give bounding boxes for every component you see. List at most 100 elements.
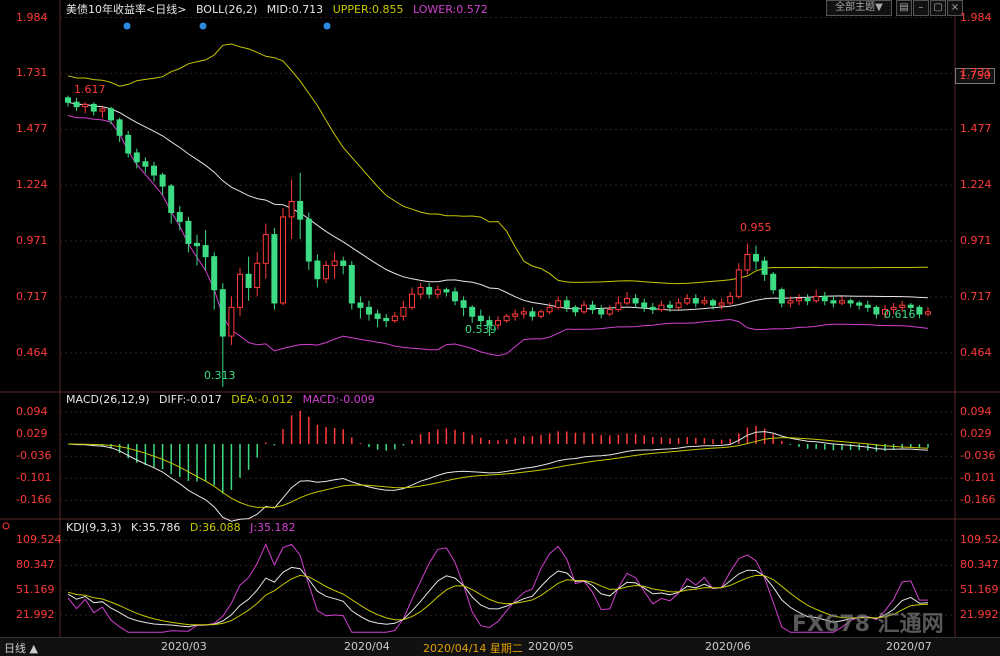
macd-dea-value: DEA:-0.012 xyxy=(231,393,294,406)
candle-body xyxy=(787,300,794,304)
signal-dot xyxy=(199,22,207,30)
kline-chart[interactable] xyxy=(0,0,1000,655)
candle-body xyxy=(796,298,802,302)
candle-body xyxy=(228,306,235,337)
candle-body xyxy=(873,306,880,315)
month-label: 2020/05 xyxy=(528,640,574,653)
candle-body xyxy=(99,108,106,112)
y-tick-label: 0.464 xyxy=(16,345,48,359)
candle-body xyxy=(185,220,192,244)
candle-body xyxy=(297,201,304,220)
last-low-label: 0.616 xyxy=(884,308,916,321)
candle-body xyxy=(73,101,80,108)
y-tick-label: -0.036 xyxy=(16,449,52,463)
candle-body xyxy=(598,309,605,315)
candle-body xyxy=(804,298,811,302)
candle-body xyxy=(718,302,725,306)
y-tick-label: 1.731 xyxy=(16,66,48,80)
candle-body xyxy=(90,103,97,112)
candle-body xyxy=(753,253,759,262)
candle-body xyxy=(194,242,200,247)
y-tick-label: 0.094 xyxy=(960,405,992,419)
candle-body xyxy=(512,313,519,317)
candle-body xyxy=(684,298,691,304)
candle-body xyxy=(770,273,777,291)
candle-body xyxy=(460,300,467,308)
candle-body xyxy=(245,273,252,289)
minimize-icon[interactable]: – xyxy=(913,0,929,16)
candle-body xyxy=(65,97,71,103)
candle-body xyxy=(856,302,863,306)
candle-body xyxy=(452,291,458,302)
y-tick-label: 0.717 xyxy=(960,290,992,303)
macd-header: MACD(26,12,9) DIFF:-0.017 DEA:-0.012 MAC… xyxy=(66,393,381,406)
signal-dot xyxy=(323,22,331,30)
candle-body xyxy=(443,289,450,293)
y-tick-label: 1.477 xyxy=(960,122,992,136)
period-tab[interactable]: 日线 ▲ xyxy=(4,640,38,656)
candle-body xyxy=(237,273,243,308)
y-tick-label: 0.971 xyxy=(16,233,48,247)
boll-header: 美债10年收益率<日线> BOLL(26,2) MID:0.713 UPPER:… xyxy=(66,1,494,17)
macd-label: MACD(26,12,9) xyxy=(66,393,150,406)
candle-body xyxy=(830,300,837,304)
candle-body xyxy=(847,300,854,304)
y-tick-label: -0.166 xyxy=(16,493,52,507)
candle-body xyxy=(649,306,656,311)
candle-body xyxy=(271,234,278,304)
signal-dot xyxy=(123,22,131,30)
candle-body xyxy=(400,306,407,317)
candle-body xyxy=(675,302,682,308)
settings-icon[interactable]: ▤ xyxy=(896,0,912,16)
candle-body xyxy=(159,174,166,187)
boll-label: BOLL(26,2) xyxy=(195,3,258,16)
candle-body xyxy=(219,289,226,337)
candle-body xyxy=(701,300,708,304)
candle-body xyxy=(735,269,742,297)
kdj-label: KDJ(9,3,3) xyxy=(66,521,122,534)
candle-body xyxy=(116,119,123,136)
boll-mid-value: MID:0.713 xyxy=(266,3,324,16)
candle-body xyxy=(589,304,596,311)
month-label: 2020/04 xyxy=(344,640,390,653)
y-tick-label: 80.347 xyxy=(960,558,999,572)
y-tick-label: -0.166 xyxy=(960,493,996,507)
boll-lower-value: LOWER:0.572 xyxy=(412,3,488,16)
y-tick-label: 1.224 xyxy=(960,178,992,192)
candle-body xyxy=(417,287,424,295)
candle-body xyxy=(176,212,183,222)
y-tick-label: 0.971 xyxy=(960,233,992,247)
y-tick-label: 109.524 xyxy=(960,533,1000,547)
candle-body xyxy=(624,298,630,304)
candle-body xyxy=(125,134,132,154)
candle-body xyxy=(615,302,622,311)
kdj-j-value: J:35.182 xyxy=(250,521,296,534)
candle-body xyxy=(667,304,673,308)
candle-body xyxy=(572,306,579,313)
candle-body xyxy=(658,304,665,311)
y-tick-label: 1.224 xyxy=(16,178,48,192)
candle-body xyxy=(839,300,845,304)
macd-macd-value: MACD:-0.009 xyxy=(302,393,375,406)
candle-body xyxy=(151,165,157,176)
kdj-k-value: K:35.786 xyxy=(131,521,181,534)
restore-icon[interactable]: ▢ xyxy=(930,0,946,16)
y-tick-label: 51.169 xyxy=(16,583,55,597)
candle-body xyxy=(520,311,527,315)
month-label: 2020/03 xyxy=(161,640,207,653)
candle-body xyxy=(916,306,923,315)
candle-body xyxy=(391,315,398,322)
candle-body xyxy=(383,317,390,322)
y-tick-label: 1.477 xyxy=(16,122,48,136)
boll-upper-value: UPPER:0.855 xyxy=(332,3,404,16)
candle-body xyxy=(503,315,510,322)
topic-dropdown[interactable]: 全部主题▼ xyxy=(826,0,892,16)
candle-body xyxy=(426,287,433,295)
y-tick-label: 80.347 xyxy=(16,558,55,572)
month-label: 2020/07 xyxy=(886,640,932,653)
y-tick-label: 51.169 xyxy=(960,583,999,597)
y-tick-label: -0.101 xyxy=(16,471,52,485)
candle-body xyxy=(813,295,820,302)
candle-body xyxy=(142,161,149,167)
candle-body xyxy=(632,298,639,304)
